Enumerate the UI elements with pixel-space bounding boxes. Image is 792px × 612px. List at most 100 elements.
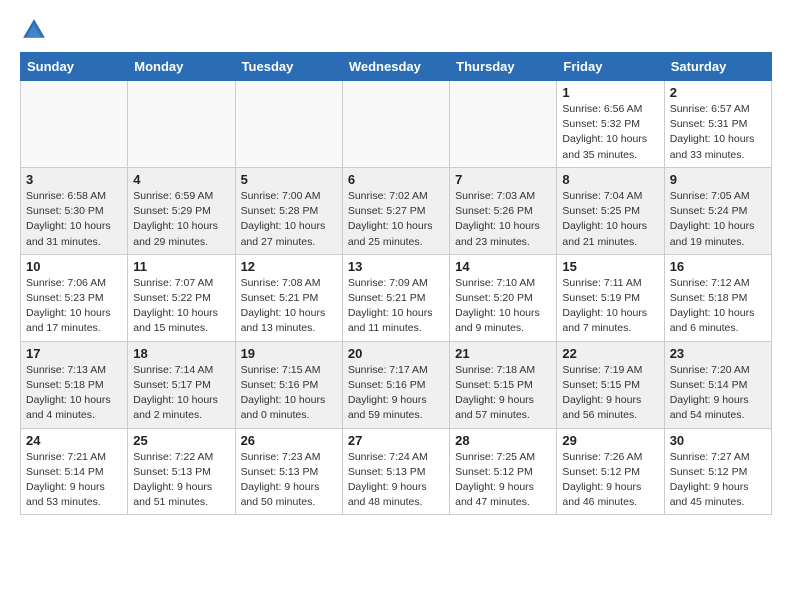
calendar-cell — [235, 81, 342, 168]
weekday-header: Saturday — [664, 53, 771, 81]
calendar-cell: 6Sunrise: 7:02 AMSunset: 5:27 PMDaylight… — [342, 167, 449, 254]
day-number: 26 — [241, 433, 337, 448]
day-number: 21 — [455, 346, 551, 361]
day-info: Sunrise: 6:59 AMSunset: 5:29 PMDaylight:… — [133, 189, 229, 250]
day-info: Sunrise: 7:24 AMSunset: 5:13 PMDaylight:… — [348, 450, 444, 511]
day-number: 11 — [133, 259, 229, 274]
calendar-cell: 4 Sunrise: 6:59 AMSunset: 5:29 PMDaylight… — [128, 167, 235, 254]
day-info: Sunrise: 7:02 AMSunset: 5:27 PMDaylight:… — [348, 189, 444, 250]
calendar-cell: 20Sunrise: 7:17 AMSunset: 5:16 PMDayligh… — [342, 341, 449, 428]
calendar-week-row: 10 Sunrise: 7:06 AMSunset: 5:23 PMDayligh… — [21, 254, 772, 341]
day-info: Sunrise: 7:03 AMSunset: 5:26 PMDaylight:… — [455, 189, 551, 250]
calendar-cell: 8 Sunrise: 7:04 AMSunset: 5:25 PMDaylight… — [557, 167, 664, 254]
weekday-header: Monday — [128, 53, 235, 81]
calendar-cell: 28 Sunrise: 7:25 AMSunset: 5:12 PMDayligh… — [450, 428, 557, 515]
day-info: Sunrise: 6:58 AMSunset: 5:30 PMDaylight:… — [26, 189, 122, 250]
day-number: 9 — [670, 172, 766, 187]
day-info: Sunrise: 7:23 AMSunset: 5:13 PMDaylight:… — [241, 450, 337, 511]
calendar-week-row: 24 Sunrise: 7:21 AMSunset: 5:14 PMDayligh… — [21, 428, 772, 515]
calendar-cell: 9Sunrise: 7:05 AMSunset: 5:24 PMDaylight… — [664, 167, 771, 254]
calendar-week-row: 17 Sunrise: 7:13 AMSunset: 5:18 PMDayligh… — [21, 341, 772, 428]
day-info: Sunrise: 7:13 AMSunset: 5:18 PMDaylight:… — [26, 363, 122, 424]
day-info: Sunrise: 7:08 AMSunset: 5:21 PMDaylight:… — [241, 276, 337, 337]
day-info: Sunrise: 6:56 AMSunset: 5:32 PMDaylight:… — [562, 102, 658, 163]
day-info: Sunrise: 7:04 AMSunset: 5:25 PMDaylight:… — [562, 189, 658, 250]
day-number: 24 — [26, 433, 122, 448]
calendar-cell: 16 Sunrise: 7:12 AMSunset: 5:18 PMDayligh… — [664, 254, 771, 341]
day-info: Sunrise: 7:21 AMSunset: 5:14 PMDaylight:… — [26, 450, 122, 511]
calendar-cell — [128, 81, 235, 168]
day-info: Sunrise: 7:10 AMSunset: 5:20 PMDaylight:… — [455, 276, 551, 337]
calendar-cell: 25 Sunrise: 7:22 AMSunset: 5:13 PMDayligh… — [128, 428, 235, 515]
calendar-cell: 12 Sunrise: 7:08 AMSunset: 5:21 PMDayligh… — [235, 254, 342, 341]
day-info: Sunrise: 7:12 AMSunset: 5:18 PMDaylight:… — [670, 276, 766, 337]
weekday-header: Thursday — [450, 53, 557, 81]
day-number: 8 — [562, 172, 658, 187]
day-number: 2 — [670, 85, 766, 100]
calendar-cell: 11 Sunrise: 7:07 AMSunset: 5:22 PMDayligh… — [128, 254, 235, 341]
day-number: 7 — [455, 172, 551, 187]
day-number: 28 — [455, 433, 551, 448]
weekday-header: Friday — [557, 53, 664, 81]
day-info: Sunrise: 7:18 AMSunset: 5:15 PMDaylight:… — [455, 363, 551, 424]
day-info: Sunrise: 7:19 AMSunset: 5:15 PMDaylight:… — [562, 363, 658, 424]
day-info: Sunrise: 7:09 AMSunset: 5:21 PMDaylight:… — [348, 276, 444, 337]
calendar-cell: 21 Sunrise: 7:18 AMSunset: 5:15 PMDayligh… — [450, 341, 557, 428]
calendar-cell: 13 Sunrise: 7:09 AMSunset: 5:21 PMDayligh… — [342, 254, 449, 341]
calendar-cell: 24 Sunrise: 7:21 AMSunset: 5:14 PMDayligh… — [21, 428, 128, 515]
day-number: 20 — [348, 346, 444, 361]
calendar-week-row: 3Sunrise: 6:58 AMSunset: 5:30 PMDaylight… — [21, 167, 772, 254]
calendar-cell: 27 Sunrise: 7:24 AMSunset: 5:13 PMDayligh… — [342, 428, 449, 515]
calendar-cell: 29 Sunrise: 7:26 AMSunset: 5:12 PMDayligh… — [557, 428, 664, 515]
calendar-header-row: SundayMondayTuesdayWednesdayThursdayFrid… — [21, 53, 772, 81]
calendar-cell: 18Sunrise: 7:14 AMSunset: 5:17 PMDayligh… — [128, 341, 235, 428]
day-number: 1 — [562, 85, 658, 100]
day-number: 13 — [348, 259, 444, 274]
day-info: Sunrise: 7:07 AMSunset: 5:22 PMDaylight:… — [133, 276, 229, 337]
day-number: 4 — [133, 172, 229, 187]
calendar-cell: 15 Sunrise: 7:11 AMSunset: 5:19 PMDayligh… — [557, 254, 664, 341]
day-number: 17 — [26, 346, 122, 361]
calendar-cell: 10 Sunrise: 7:06 AMSunset: 5:23 PMDayligh… — [21, 254, 128, 341]
day-number: 10 — [26, 259, 122, 274]
weekday-header: Wednesday — [342, 53, 449, 81]
day-number: 29 — [562, 433, 658, 448]
day-info: Sunrise: 7:00 AMSunset: 5:28 PMDaylight:… — [241, 189, 337, 250]
calendar-cell: 1 Sunrise: 6:56 AMSunset: 5:32 PMDaylight… — [557, 81, 664, 168]
calendar-cell: 17 Sunrise: 7:13 AMSunset: 5:18 PMDayligh… — [21, 341, 128, 428]
calendar-cell — [342, 81, 449, 168]
calendar-week-row: 1 Sunrise: 6:56 AMSunset: 5:32 PMDaylight… — [21, 81, 772, 168]
day-info: Sunrise: 7:11 AMSunset: 5:19 PMDaylight:… — [562, 276, 658, 337]
day-info: Sunrise: 7:22 AMSunset: 5:13 PMDaylight:… — [133, 450, 229, 511]
calendar-table: SundayMondayTuesdayWednesdayThursdayFrid… — [20, 52, 772, 515]
calendar-cell: 23 Sunrise: 7:20 AMSunset: 5:14 PMDayligh… — [664, 341, 771, 428]
calendar-cell: 22 Sunrise: 7:19 AMSunset: 5:15 PMDayligh… — [557, 341, 664, 428]
day-info: Sunrise: 7:20 AMSunset: 5:14 PMDaylight:… — [670, 363, 766, 424]
day-number: 23 — [670, 346, 766, 361]
calendar-cell: 30Sunrise: 7:27 AMSunset: 5:12 PMDayligh… — [664, 428, 771, 515]
day-number: 14 — [455, 259, 551, 274]
day-info: Sunrise: 7:06 AMSunset: 5:23 PMDaylight:… — [26, 276, 122, 337]
calendar-cell: 7 Sunrise: 7:03 AMSunset: 5:26 PMDaylight… — [450, 167, 557, 254]
day-number: 25 — [133, 433, 229, 448]
calendar-cell: 3Sunrise: 6:58 AMSunset: 5:30 PMDaylight… — [21, 167, 128, 254]
day-number: 27 — [348, 433, 444, 448]
day-info: Sunrise: 7:26 AMSunset: 5:12 PMDaylight:… — [562, 450, 658, 511]
day-number: 12 — [241, 259, 337, 274]
calendar-cell: 26 Sunrise: 7:23 AMSunset: 5:13 PMDayligh… — [235, 428, 342, 515]
calendar-cell: 19Sunrise: 7:15 AMSunset: 5:16 PMDayligh… — [235, 341, 342, 428]
day-number: 16 — [670, 259, 766, 274]
day-number: 30 — [670, 433, 766, 448]
day-info: Sunrise: 7:15 AMSunset: 5:16 PMDaylight:… — [241, 363, 337, 424]
page: SundayMondayTuesdayWednesdayThursdayFrid… — [0, 0, 792, 531]
header — [20, 16, 772, 44]
calendar-cell: 14 Sunrise: 7:10 AMSunset: 5:20 PMDayligh… — [450, 254, 557, 341]
calendar-cell: 2 Sunrise: 6:57 AMSunset: 5:31 PMDaylight… — [664, 81, 771, 168]
day-number: 15 — [562, 259, 658, 274]
calendar-cell — [450, 81, 557, 168]
day-info: Sunrise: 6:57 AMSunset: 5:31 PMDaylight:… — [670, 102, 766, 163]
logo-icon — [20, 16, 48, 44]
day-number: 22 — [562, 346, 658, 361]
day-info: Sunrise: 7:25 AMSunset: 5:12 PMDaylight:… — [455, 450, 551, 511]
day-number: 18 — [133, 346, 229, 361]
